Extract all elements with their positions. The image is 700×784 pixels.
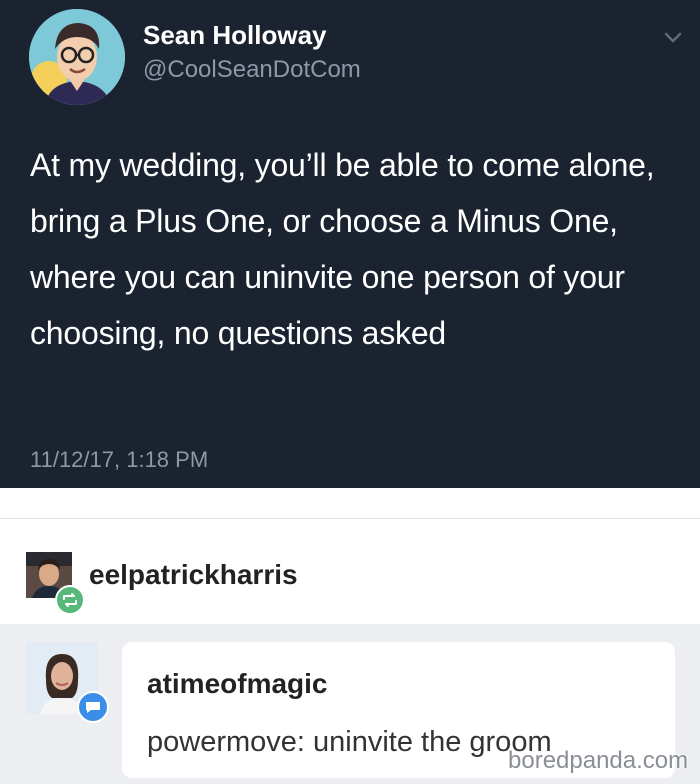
- chevron-down-icon-graphic: [664, 32, 682, 43]
- reblog-icon: [55, 585, 85, 615]
- comment-username[interactable]: atimeofmagic: [147, 668, 328, 700]
- author-name[interactable]: Sean Holloway: [143, 20, 327, 51]
- comment-text: powermove: uninvite the groom: [147, 726, 552, 758]
- boredpanda-watermark: boredpanda.com: [508, 747, 689, 774]
- tweet-text: At my wedding, you’ll be able to come al…: [30, 147, 655, 351]
- tweet-timestamp[interactable]: 11/12/17, 1:18 PM: [30, 447, 208, 473]
- sean-holloway-avatar[interactable]: [29, 9, 125, 105]
- reblog-row: eelpatrickharris: [0, 519, 700, 624]
- reblog-username[interactable]: eelpatrickharris: [89, 559, 298, 591]
- avatar-illustration: [29, 9, 125, 105]
- chevron-down-icon[interactable]: [662, 26, 684, 48]
- comment-icon: [77, 691, 109, 723]
- author-handle[interactable]: @CoolSeanDotCom: [143, 56, 361, 84]
- section-divider: [0, 488, 700, 519]
- comment-icon-graphic: [86, 702, 100, 713]
- tweet-card: Sean Holloway @CoolSeanDotCom At my wedd…: [0, 0, 700, 488]
- reblog-icon-graphic: [63, 593, 77, 607]
